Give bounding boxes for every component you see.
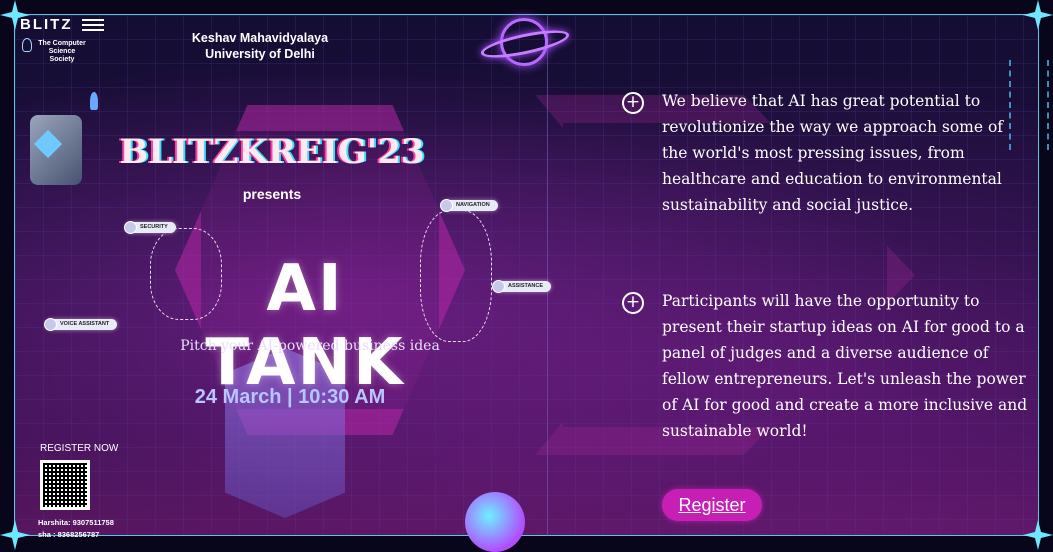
college-name: Keshav Mahavidyalaya University of Delhi [180, 30, 340, 62]
college-line-2: University of Delhi [205, 47, 315, 61]
college-line-1: Keshav Mahavidyalaya [191, 31, 329, 45]
event-datetime: 24 March | 10:30 AM [194, 386, 386, 408]
rocket-icon [90, 92, 98, 110]
tag-navigation: NAVIGATION [440, 199, 498, 212]
plus-circle-icon: + [622, 92, 644, 114]
society-name: The Computer Science Society [38, 40, 86, 63]
tag-assistance: ASSISTANCE [491, 280, 552, 293]
panel-divider [547, 14, 548, 536]
plus-circle-icon: + [622, 292, 644, 314]
event-title: BLITZKREIG'23 [119, 132, 425, 172]
register-now-label: REGISTER NOW [40, 443, 119, 454]
register-button[interactable]: Register [662, 489, 762, 521]
info-paragraph-2: Participants will have the opportunity t… [662, 292, 1028, 440]
tag-security: SECURITY [124, 221, 176, 234]
orb-illustration [465, 492, 525, 552]
presents-text: presents [242, 186, 302, 202]
event-name: AI TANK [205, 252, 405, 400]
blitz-logo[interactable]: BLITZ [20, 16, 73, 33]
hamburger-menu-icon[interactable] [82, 16, 104, 34]
qr-code[interactable] [40, 460, 90, 510]
tag-voice-assistant: VOICE ASSISTANT [43, 318, 118, 331]
contact-2: sha : 8368256787 [38, 530, 100, 539]
contact-1: Harshita: 9307511758 [38, 518, 114, 527]
event-tagline: Pitch your AI-powered business idea [180, 338, 440, 354]
bulb-icon [22, 38, 32, 52]
info-paragraph-1: We believe that AI has great potential t… [662, 92, 1004, 214]
